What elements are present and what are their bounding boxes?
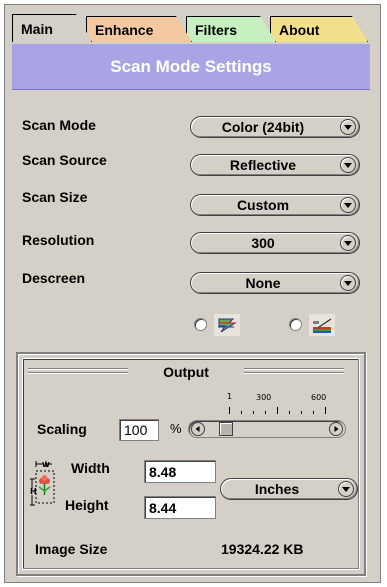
resolution-value: 300 <box>251 235 275 251</box>
scale-tick <box>229 407 230 414</box>
chevron-down-icon[interactable] <box>338 481 354 497</box>
scale-tick <box>253 411 254 414</box>
svg-text:H: H <box>30 487 37 496</box>
descreen-value: None <box>245 275 281 291</box>
gamma-mode-radio[interactable] <box>289 318 302 331</box>
unit-dropdown[interactable]: Inches <box>220 478 358 500</box>
descreen-label: Descreen <box>22 270 86 286</box>
tab-about[interactable]: About <box>270 16 368 42</box>
slider-thumb[interactable] <box>218 422 233 436</box>
height-input[interactable]: 8.44 <box>144 496 216 519</box>
scale-tick <box>289 411 290 414</box>
scan-source-label: Scan Source <box>22 152 107 168</box>
scan-source-dropdown[interactable]: Reflective <box>190 154 360 176</box>
scale-tick <box>241 411 242 414</box>
color-mode-icon[interactable] <box>213 313 241 337</box>
unit-value: Inches <box>254 481 300 497</box>
output-title: Output <box>163 364 209 380</box>
chevron-left-icon <box>195 426 200 432</box>
scale-mark-mid: 300 <box>256 393 272 402</box>
scaling-slider[interactable] <box>188 420 346 438</box>
scaling-label: Scaling <box>37 421 87 437</box>
scale-tick <box>313 411 314 414</box>
tab-enhance[interactable]: Enhance <box>86 16 192 42</box>
scale-mark-min: 1 <box>227 392 233 401</box>
flower-dimension-icon: H W <box>28 459 55 527</box>
chevron-right-icon <box>334 426 339 432</box>
chevron-down-icon[interactable] <box>340 119 356 135</box>
scale-tick <box>277 407 278 414</box>
scale-tick <box>301 411 302 414</box>
slider-left-button[interactable] <box>191 422 205 436</box>
image-size-value: 19324.22 KB <box>221 541 304 557</box>
tab-main[interactable]: Main <box>12 14 92 42</box>
chevron-down-icon[interactable] <box>340 275 356 291</box>
slider-right-button[interactable] <box>329 422 343 436</box>
scale-tick <box>325 407 326 414</box>
gamma-mode-icon[interactable] <box>308 313 336 337</box>
width-input[interactable]: 8.48 <box>144 460 216 483</box>
scan-size-dropdown[interactable]: Custom <box>190 194 360 216</box>
tab-bar: About Filters Enhance Main <box>6 10 378 42</box>
height-label: Height <box>65 497 109 513</box>
section-title: Scan Mode Settings <box>110 56 272 76</box>
percent-sign: % <box>170 421 182 436</box>
scan-size-value: Custom <box>236 197 290 213</box>
scan-source-value: Reflective <box>229 157 297 173</box>
scan-size-label: Scan Size <box>22 189 88 205</box>
width-label: Width <box>71 460 110 476</box>
image-size-label: Image Size <box>35 541 108 557</box>
output-title-bar: Output <box>20 364 352 380</box>
scale-tick <box>265 411 266 414</box>
chevron-down-icon[interactable] <box>340 197 356 213</box>
scan-mode-value: Color (24bit) <box>221 119 305 135</box>
scaling-input[interactable]: 100 <box>119 419 159 441</box>
scan-mode-dropdown[interactable]: Color (24bit) <box>190 116 360 138</box>
chevron-down-icon[interactable] <box>340 235 356 251</box>
tab-filters[interactable]: Filters <box>186 16 276 42</box>
scale-mark-max: 600 <box>311 393 327 402</box>
chevron-down-icon[interactable] <box>340 157 356 173</box>
section-header: Scan Mode Settings <box>12 44 370 90</box>
descreen-dropdown[interactable]: None <box>190 272 360 294</box>
scan-mode-label: Scan Mode <box>22 117 96 133</box>
resolution-label: Resolution <box>22 232 95 248</box>
svg-text:W: W <box>42 461 50 469</box>
color-mode-radio[interactable] <box>194 318 207 331</box>
resolution-dropdown[interactable]: 300 <box>190 232 360 254</box>
